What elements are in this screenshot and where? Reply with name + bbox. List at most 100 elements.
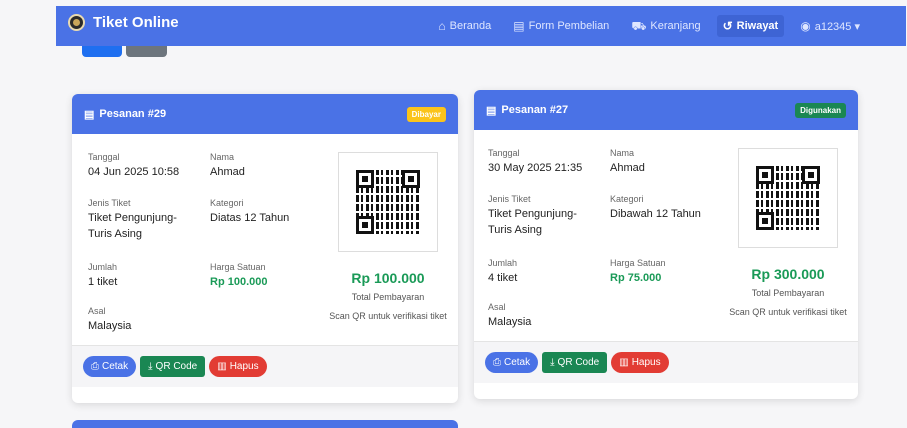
button-label: Hapus xyxy=(631,357,661,368)
field-value: Rp 100.000 xyxy=(210,276,268,288)
ticket-icon: ▤ xyxy=(486,104,497,117)
nav-item-user-menu[interactable]: ◉ a12345 ▾ xyxy=(794,15,866,38)
field-label: Kategori xyxy=(210,198,244,208)
field-label: Jenis Tiket xyxy=(488,194,531,204)
button-label: Hapus xyxy=(229,361,259,372)
top-navbar: Tiket Online ⌂ Beranda ▤ Form Pembelian … xyxy=(56,6,906,46)
field-jumlah: Jumlah 1 tiket xyxy=(88,262,198,290)
field-asal: Asal Malaysia xyxy=(88,306,198,334)
field-kategori: Kategori Diatas 12 Tahun xyxy=(210,198,320,226)
nav-label: Riwayat xyxy=(736,20,779,32)
download-icon: ⤓ xyxy=(550,357,555,368)
filter-button-secondary[interactable] xyxy=(126,46,167,57)
home-icon: ⌂ xyxy=(438,19,446,33)
total-label: Total Pembayaran xyxy=(751,288,825,298)
filter-button-primary[interactable] xyxy=(82,46,122,57)
order-card-footer: ⎙ Cetak ⤓ QR Code ▥ Hapus xyxy=(474,342,858,383)
print-button[interactable]: ⎙ Cetak xyxy=(485,352,539,373)
delete-button[interactable]: ▥ Hapus xyxy=(611,352,669,373)
field-value: 04 Jun 2025 10:58 xyxy=(88,166,180,178)
field-kategori: Kategori Dibawah 12 Tahun xyxy=(610,194,720,222)
order-card-header: ▤ Pesanan #29 Dibayar xyxy=(72,94,458,134)
field-label: Kategori xyxy=(610,194,644,204)
field-value: Diatas 12 Tahun xyxy=(210,212,290,224)
field-label: Harga Satuan xyxy=(610,258,666,268)
nav-item-keranjang[interactable]: ⛟ Keranjang xyxy=(625,15,706,37)
total-payment: Rp 300.000 Total Pembayaran Scan QR untu… xyxy=(726,266,850,320)
trash-icon: ▥ xyxy=(619,357,629,368)
field-label: Jumlah xyxy=(488,258,518,268)
user-icon: ◉ xyxy=(800,19,811,33)
button-label: Cetak xyxy=(102,361,129,372)
order-card-body: Tanggal 30 May 2025 21:35 Nama Ahmad Jen… xyxy=(474,130,858,342)
order-card: ▤ Pesanan #27 Digunakan Tanggal 30 May 2… xyxy=(474,90,858,399)
field-value: Malaysia xyxy=(488,316,532,328)
order-card-body: Tanggal 04 Jun 2025 10:58 Nama Ahmad Jen… xyxy=(72,134,458,346)
field-value: Rp 75.000 xyxy=(610,272,662,284)
button-label: Cetak xyxy=(504,357,531,368)
nav-item-form-pembelian[interactable]: ▤ Form Pembelian xyxy=(507,15,615,37)
field-jenis-tiket: Jenis Tiket Tiket Pengunjung-Turis Asing xyxy=(88,198,198,242)
field-value: Tiket Pengunjung-Turis Asing xyxy=(88,212,177,240)
order-card-header: ▤ Pesanan #27 Digunakan xyxy=(474,90,858,130)
total-payment: Rp 100.000 Total Pembayaran Scan QR untu… xyxy=(326,270,450,324)
qr-download-button[interactable]: ⤓ QR Code xyxy=(542,352,608,373)
printer-icon: ⎙ xyxy=(493,357,501,368)
field-value: Ahmad xyxy=(210,166,245,178)
nav-item-riwayat[interactable]: ↺ Riwayat xyxy=(716,15,785,37)
total-label: Total Pembayaran xyxy=(351,292,425,302)
field-label: Jenis Tiket xyxy=(88,198,131,208)
field-nama: Nama Ahmad xyxy=(210,152,320,180)
field-tanggal: Tanggal 30 May 2025 21:35 xyxy=(488,148,608,176)
total-amount: Rp 300.000 xyxy=(751,266,825,282)
cart-icon: ⛟ xyxy=(631,19,647,33)
brand-title: Tiket Online xyxy=(93,14,179,31)
field-value: 30 May 2025 21:35 xyxy=(488,162,583,174)
field-harga-satuan: Harga Satuan Rp 100.000 xyxy=(210,262,320,290)
ticket-icon: ▤ xyxy=(84,108,95,121)
order-title: Pesanan #29 xyxy=(99,108,167,120)
status-badge: Digunakan xyxy=(795,102,846,118)
status-badge: Dibayar xyxy=(406,106,446,122)
field-value: 1 tiket xyxy=(88,276,118,288)
field-label: Tanggal xyxy=(488,148,520,158)
order-title: Pesanan #27 xyxy=(501,104,569,116)
qr-download-button[interactable]: ⤓ QR Code xyxy=(140,356,206,377)
nav-label: Form Pembelian xyxy=(528,20,610,32)
nav-item-beranda[interactable]: ⌂ Beranda xyxy=(432,15,497,37)
button-label: QR Code xyxy=(155,361,198,372)
field-value: 4 tiket xyxy=(488,272,518,284)
field-label: Nama xyxy=(210,152,235,162)
field-nama: Nama Ahmad xyxy=(610,148,720,176)
field-harga-satuan: Harga Satuan Rp 75.000 xyxy=(610,258,720,286)
scan-note: Scan QR untuk verifikasi tiket xyxy=(729,307,847,317)
field-jumlah: Jumlah 4 tiket xyxy=(488,258,598,286)
order-card-footer: ⎙ Cetak ⤓ QR Code ▥ Hapus xyxy=(72,346,458,387)
field-value: Malaysia xyxy=(88,320,132,332)
qr-code-image xyxy=(338,152,438,252)
field-value: Dibawah 12 Tahun xyxy=(610,208,701,220)
field-tanggal: Tanggal 04 Jun 2025 10:58 xyxy=(88,152,208,180)
download-icon: ⤓ xyxy=(148,361,153,372)
field-label: Asal xyxy=(488,302,506,312)
field-label: Nama xyxy=(610,148,635,158)
field-asal: Asal Malaysia xyxy=(488,302,598,330)
field-label: Harga Satuan xyxy=(210,262,266,272)
field-label: Asal xyxy=(88,306,106,316)
print-button[interactable]: ⎙ Cetak xyxy=(83,356,137,377)
printer-icon: ⎙ xyxy=(91,361,99,372)
field-label: Jumlah xyxy=(88,262,118,272)
nav-label: a12345 ▾ xyxy=(814,20,860,33)
history-icon: ↺ xyxy=(722,19,733,33)
nav-label: Beranda xyxy=(449,20,492,32)
field-value: Ahmad xyxy=(610,162,645,174)
delete-button[interactable]: ▥ Hapus xyxy=(209,356,267,377)
brand[interactable]: Tiket Online xyxy=(68,14,179,31)
field-jenis-tiket: Jenis Tiket Tiket Pengunjung-Turis Asing xyxy=(488,194,598,238)
brand-logo-icon xyxy=(68,14,85,31)
nav-label: Keranjang xyxy=(650,20,701,32)
total-amount: Rp 100.000 xyxy=(351,270,425,286)
field-value: Tiket Pengunjung-Turis Asing xyxy=(488,208,577,236)
ticket-icon: ▤ xyxy=(513,19,525,33)
button-label: QR Code xyxy=(557,357,600,368)
